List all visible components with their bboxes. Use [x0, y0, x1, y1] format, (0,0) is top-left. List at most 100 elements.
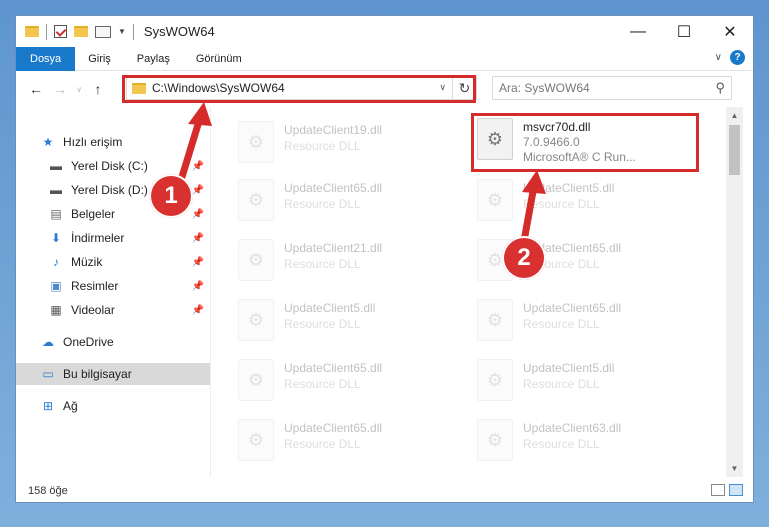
callout-badge-1: 1: [149, 174, 193, 218]
properties-check-icon[interactable]: [54, 25, 67, 38]
file-name: UpdateClient19.dll: [284, 123, 383, 137]
list-item[interactable]: ⚙ UpdateClient19.dll Resource DLL: [238, 121, 468, 171]
tab-view[interactable]: Görünüm: [183, 47, 255, 71]
scroll-down-icon[interactable]: ▼: [726, 460, 743, 477]
back-button[interactable]: ←: [24, 81, 48, 97]
pin-icon: 📌: [191, 232, 204, 244]
sidebar-item-label: Videolar: [71, 303, 115, 317]
help-icon[interactable]: ?: [730, 50, 745, 65]
file-type: Resource DLL: [523, 197, 600, 211]
scroll-up-icon[interactable]: ▲: [726, 107, 743, 124]
tab-file[interactable]: Dosya: [16, 46, 76, 71]
file-name: UpdateClient65.dll: [523, 301, 622, 315]
divider: [46, 23, 47, 40]
pin-icon: 📌: [191, 280, 204, 292]
file-type: Resource DLL: [284, 377, 361, 391]
item-count: 158 öğe: [28, 484, 68, 497]
window-title: SysWOW64: [143, 24, 215, 39]
sidebar-item-this-pc[interactable]: ▭ Bu bilgisayar: [16, 363, 210, 385]
file-name: UpdateClient65.dll: [284, 181, 383, 195]
sidebar-item-label: İndirmeler: [71, 231, 125, 245]
pin-icon: 📌: [191, 304, 204, 316]
divider: [132, 23, 134, 40]
sidebar-item-network[interactable]: ⊞ Ağ: [16, 395, 210, 417]
file-name: UpdateClient21.dll: [284, 241, 383, 255]
minimize-button[interactable]: —: [615, 16, 661, 47]
sidebar-item-label: Belgeler: [71, 207, 116, 221]
file-name: UpdateClient5.dll: [523, 361, 615, 375]
sidebar-item-label: Hızlı erişim: [63, 135, 123, 149]
list-item[interactable]: ⚙ UpdateClient5.dll Resource DLL: [238, 299, 468, 349]
list-item[interactable]: ⚙ UpdateClient5.dll Resource DLL: [477, 359, 707, 409]
properties-icon[interactable]: [95, 25, 111, 38]
sidebar-item-onedrive[interactable]: ☁ OneDrive: [16, 331, 210, 353]
tab-share[interactable]: Paylaş: [124, 47, 183, 71]
dll-file-icon: ⚙: [238, 179, 274, 221]
sidebar-item-label: OneDrive: [63, 335, 114, 349]
computer-icon: ▭: [42, 367, 54, 381]
list-item[interactable]: ⚙ UpdateClient63.dll Resource DLL: [477, 419, 707, 469]
list-item[interactable]: ⚙ UpdateClient65.dll Resource DLL: [238, 359, 468, 409]
tab-home[interactable]: Giriş: [75, 47, 124, 71]
list-item[interactable]: ⚙ UpdateClient65.dll Resource DLL: [238, 419, 468, 469]
file-type: Resource DLL: [284, 197, 361, 211]
dll-file-icon: ⚙: [238, 239, 274, 281]
maximize-button[interactable]: ☐: [661, 16, 707, 47]
scrollbar-thumb[interactable]: [729, 125, 740, 175]
file-type: Resource DLL: [523, 317, 600, 331]
address-bar-highlight-box: [122, 75, 476, 103]
recent-dropdown-icon[interactable]: ∨: [72, 85, 86, 94]
close-button[interactable]: ✕: [707, 16, 753, 47]
dll-file-icon: ⚙: [238, 419, 274, 461]
sidebar-item-music[interactable]: ♪ Müzik 📌: [16, 251, 210, 273]
pin-icon: 📌: [191, 160, 204, 172]
customize-toolbar-dropdown-icon[interactable]: ▼: [118, 27, 126, 36]
music-icon: ♪: [53, 255, 59, 269]
list-item[interactable]: ⚙ UpdateClient65.dll Resource DLL: [238, 179, 468, 229]
sidebar-item-quick-access[interactable]: ★ Hızlı erişim: [16, 131, 210, 153]
file-type: Resource DLL: [284, 437, 361, 451]
dll-file-icon: ⚙: [477, 299, 513, 341]
title-bar: ▼ SysWOW64 — ☐ ✕: [16, 16, 753, 47]
list-item[interactable]: ⚙ UpdateClient21.dll Resource DLL: [238, 239, 468, 289]
list-item[interactable]: ⚙ UpdateClient5.dll Resource DLL: [477, 179, 707, 229]
ribbon-tabs: Dosya Giriş Paylaş Görünüm ∨ ?: [16, 46, 753, 71]
search-placeholder: Ara: SysWOW64: [499, 81, 590, 95]
search-icon[interactable]: ⚲: [715, 80, 725, 96]
sidebar-item-downloads[interactable]: ⬇ İndirmeler 📌: [16, 227, 210, 249]
folder-icon: [25, 26, 39, 37]
sidebar-item-label: Müzik: [71, 255, 103, 269]
pictures-icon: ▣: [50, 279, 62, 293]
dll-file-icon: ⚙: [238, 299, 274, 341]
pin-icon: 📌: [191, 208, 204, 220]
callout-badge-2: 2: [502, 236, 546, 280]
sidebar-item-pictures[interactable]: ▣ Resimler 📌: [16, 275, 210, 297]
vertical-scrollbar[interactable]: ▲ ▼: [726, 107, 743, 477]
videos-icon: ▦: [50, 303, 62, 317]
file-name: UpdateClient65.dll: [284, 361, 383, 375]
up-button[interactable]: ↑: [86, 81, 110, 97]
pin-icon: 📌: [191, 256, 204, 268]
sidebar-item-label: Resimler: [71, 279, 119, 293]
dll-file-icon: ⚙: [238, 121, 274, 163]
view-toggles: [711, 484, 743, 496]
sidebar-item-videos[interactable]: ▦ Videolar 📌: [16, 299, 210, 321]
dll-file-icon: ⚙: [238, 359, 274, 401]
file-name: UpdateClient5.dll: [523, 181, 615, 195]
expand-ribbon-chevron-icon[interactable]: ∨: [715, 52, 722, 63]
download-icon: ⬇: [50, 231, 62, 245]
cloud-icon: ☁: [42, 335, 54, 349]
dll-file-icon: ⚙: [477, 419, 513, 461]
star-icon: ★: [42, 135, 54, 149]
new-folder-icon[interactable]: [74, 26, 88, 37]
list-item[interactable]: ⚙ UpdateClient65.dll Resource DLL: [477, 299, 707, 349]
forward-button[interactable]: →: [48, 81, 72, 97]
search-input[interactable]: Ara: SysWOW64 ⚲: [492, 76, 732, 100]
file-name: UpdateClient65.dll: [284, 421, 383, 435]
sidebar-item-label: Bu bilgisayar: [63, 367, 132, 381]
large-icons-view-icon[interactable]: [729, 484, 743, 496]
details-view-icon[interactable]: [711, 484, 725, 496]
sidebar-item-disk-c[interactable]: ▬ Yerel Disk (C:) 📌: [16, 155, 210, 177]
file-type: Resource DLL: [284, 317, 361, 331]
documents-icon: ▤: [50, 207, 62, 221]
